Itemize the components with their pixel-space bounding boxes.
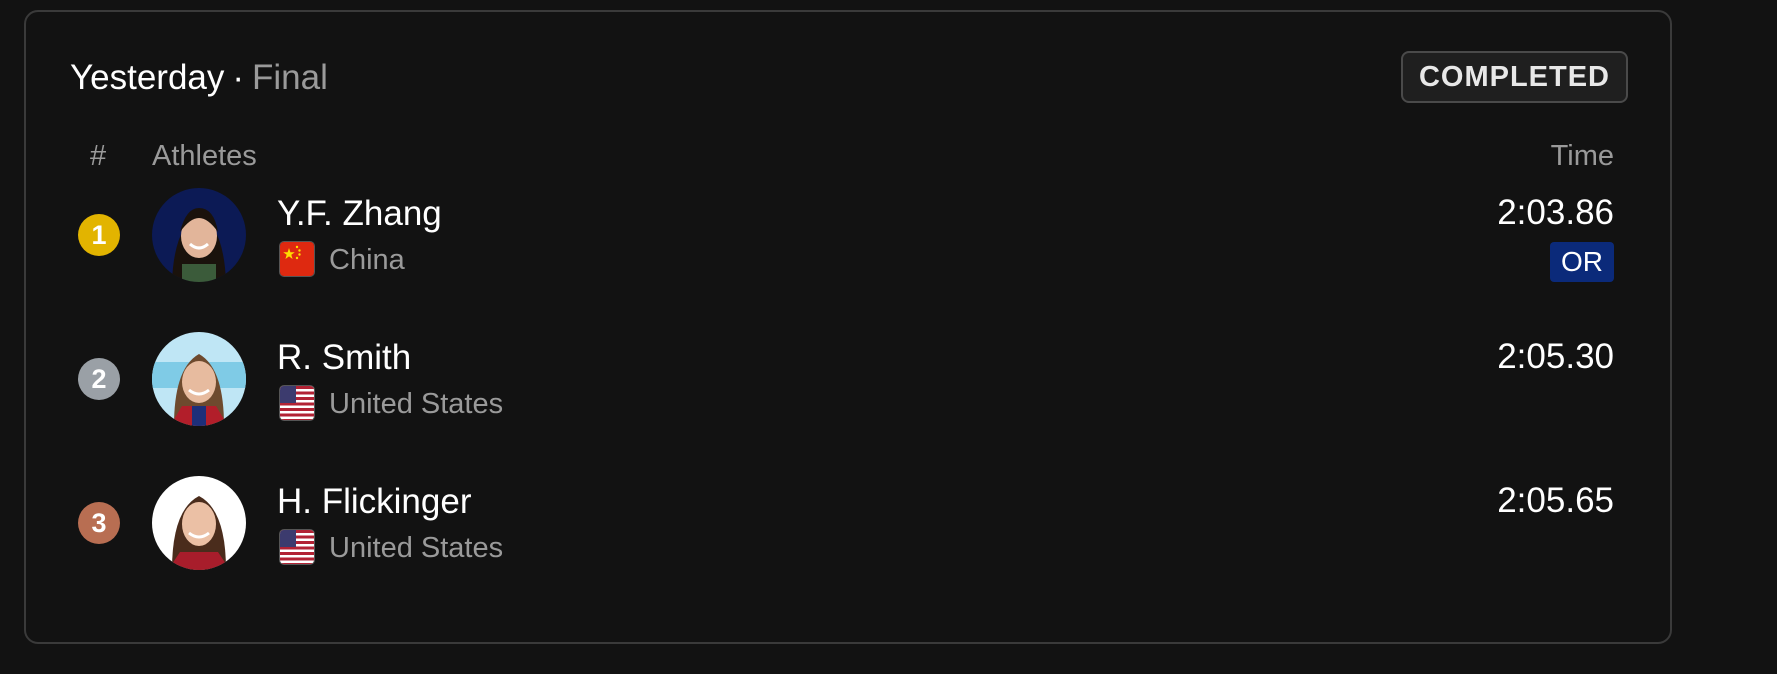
- athlete-name[interactable]: Y.F. Zhang: [277, 194, 442, 234]
- silver-medal-icon: 2: [78, 358, 120, 400]
- athlete-country: United States: [329, 532, 504, 564]
- event-day: Yesterday: [70, 58, 225, 97]
- athlete-country: United States: [329, 388, 504, 420]
- result-time: 2:03.86: [1497, 193, 1614, 232]
- status-badge: COMPLETED: [1400, 51, 1628, 103]
- athlete-name[interactable]: H. Flickinger: [277, 482, 471, 522]
- usa-flag-icon: [279, 385, 315, 421]
- china-flag-icon: [279, 241, 315, 277]
- result-time: 2:05.65: [1497, 481, 1614, 520]
- avatar: [152, 476, 246, 570]
- column-header-athletes: Athletes: [152, 140, 257, 172]
- gold-medal-icon: 1: [78, 214, 120, 256]
- avatar: [152, 332, 246, 426]
- result-row[interactable]: 3 H. Flickinger United States 2:05.65: [26, 466, 1670, 576]
- record-badge: OR: [1550, 242, 1614, 282]
- athlete-name[interactable]: R. Smith: [277, 338, 411, 378]
- bronze-medal-icon: 3: [78, 502, 120, 544]
- result-row[interactable]: 1 Y.F. Zhang China 2:03.86 OR: [26, 178, 1670, 288]
- results-card: Yesterday · Final COMPLETED # Athletes Tim…: [24, 10, 1672, 644]
- column-header-rank: #: [90, 140, 107, 172]
- avatar: [152, 188, 246, 282]
- event-phase: Final: [252, 58, 328, 97]
- result-time: 2:05.30: [1497, 337, 1614, 376]
- athlete-country: China: [329, 244, 405, 276]
- event-heading: Yesterday · Final: [70, 58, 328, 98]
- result-row[interactable]: 2 R. Smith United States 2:05.30: [26, 322, 1670, 432]
- column-header-time: Time: [1550, 140, 1614, 172]
- heading-separator: ·: [232, 58, 245, 97]
- usa-flag-icon: [279, 529, 315, 565]
